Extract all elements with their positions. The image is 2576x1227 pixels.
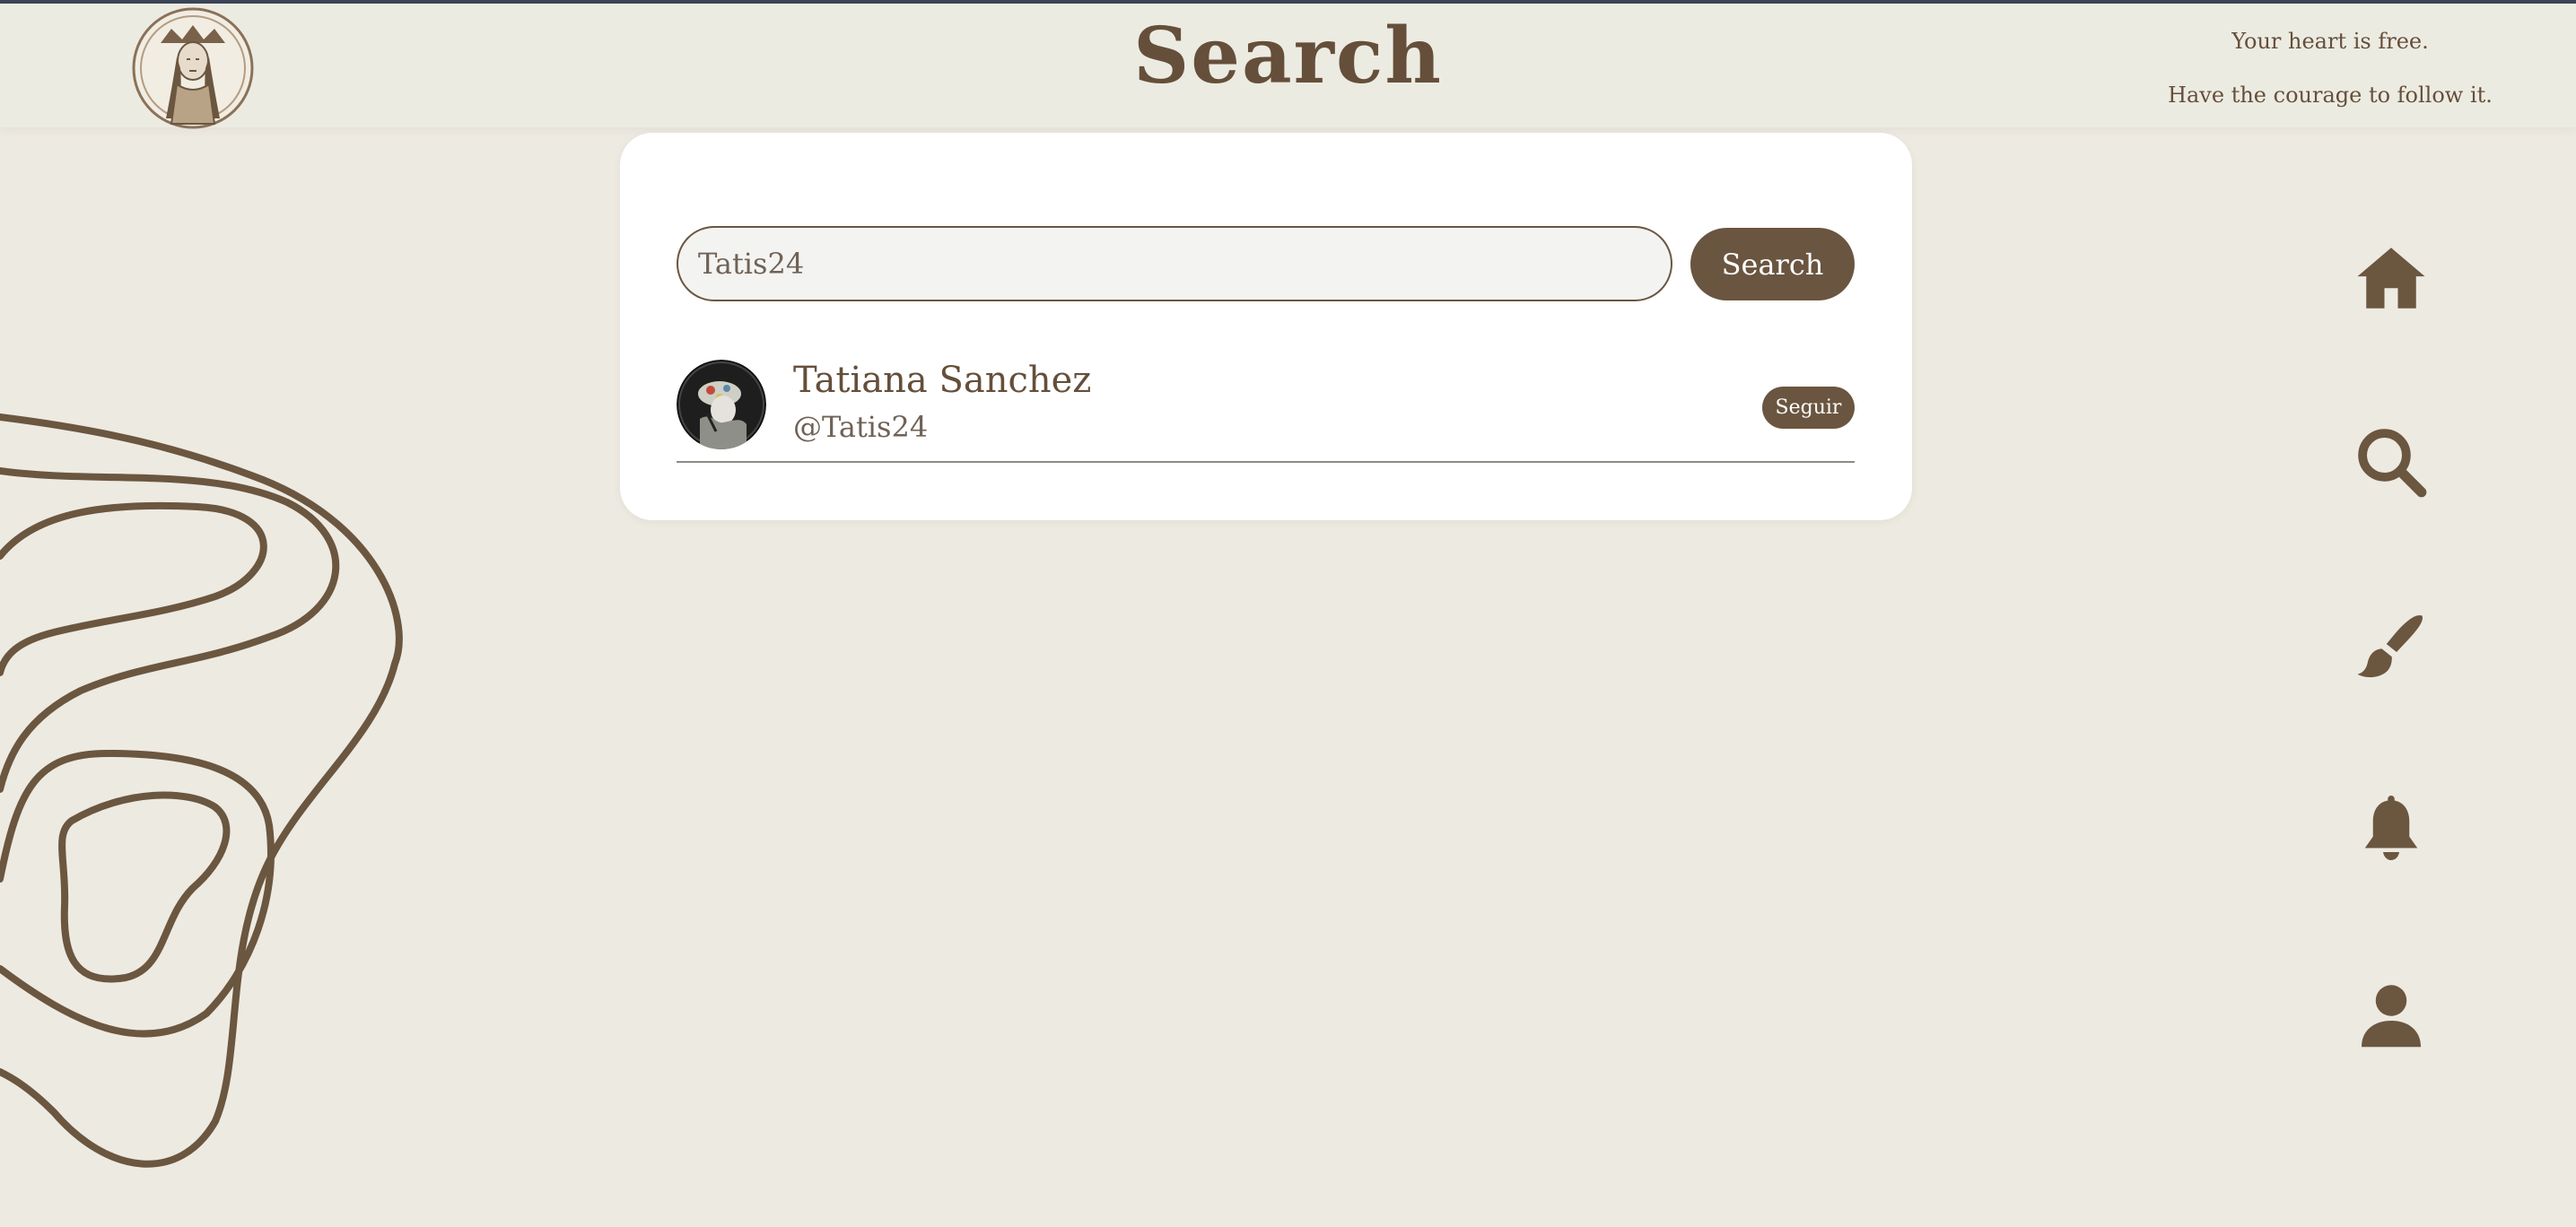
- search-card: Search Tatiana Sanchez @Tatis24 Seguir: [620, 133, 1912, 520]
- user-handle: @Tatis24: [793, 410, 929, 444]
- user-name[interactable]: Tatiana Sanchez: [793, 360, 1091, 401]
- result-row[interactable]: Tatiana Sanchez @Tatis24 Seguir: [677, 360, 1855, 463]
- user-icon[interactable]: [2351, 975, 2432, 1056]
- quote-line-2: Have the courage to follow it.: [2168, 83, 2493, 108]
- header-quote: Your heart is free. Have the courage to …: [2142, 25, 2519, 133]
- contour-decoration: [0, 413, 403, 1168]
- bell-icon[interactable]: [2351, 790, 2432, 871]
- search-button[interactable]: Search: [1690, 228, 1855, 300]
- search-icon[interactable]: [2351, 422, 2432, 502]
- follow-button[interactable]: Seguir: [1762, 387, 1855, 429]
- search-input[interactable]: [677, 226, 1672, 301]
- quote-line-1: Your heart is free.: [2231, 29, 2429, 54]
- brush-icon[interactable]: [2351, 606, 2432, 687]
- home-icon[interactable]: [2351, 238, 2432, 318]
- avatar[interactable]: [677, 360, 766, 449]
- site-header: Search Your heart is free. Have the cour…: [0, 4, 2576, 129]
